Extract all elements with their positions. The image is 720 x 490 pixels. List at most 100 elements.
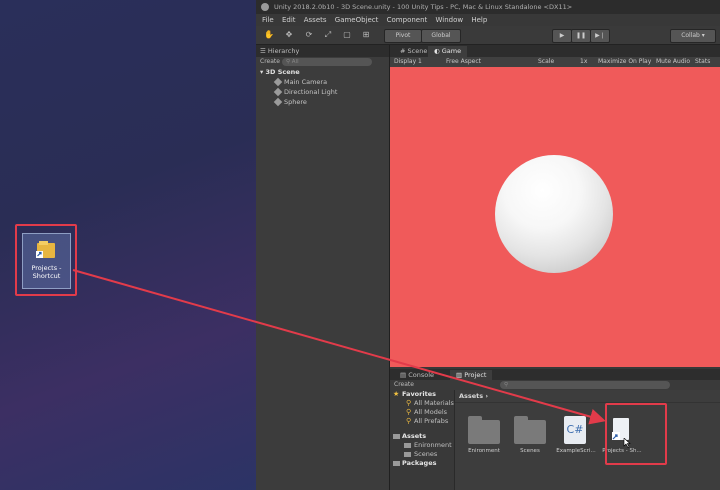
hierarchy-item-sphere[interactable]: Sphere: [256, 97, 389, 107]
asset-label: Enironment: [468, 448, 500, 454]
collab-button[interactable]: Collab ▾: [670, 29, 716, 43]
rect-tool-icon[interactable]: ▢: [342, 30, 352, 40]
assets-folder-label: Assets: [402, 432, 427, 440]
hierarchy-item-label: Directional Light: [284, 88, 338, 96]
tree-item-label: Scenes: [414, 450, 438, 458]
pause-button[interactable]: ❚❚: [571, 29, 591, 43]
tab-project[interactable]: ▥ Project: [450, 370, 493, 380]
project-panel: ▤ Console ▥ Project Create ⚲ ★ Favorites …: [390, 369, 720, 490]
highlight-box-desktop: [15, 224, 77, 296]
tree-item-scenes[interactable]: Scenes: [390, 450, 454, 459]
game-view-panel: # Scene ◐ Game Display 1 Free Aspect Sca…: [390, 45, 720, 367]
breadcrumb-label: Assets: [459, 392, 484, 400]
window-title: Unity 2018.2.0b10 - 3D Scene.unity - 100…: [274, 3, 573, 11]
breadcrumb[interactable]: Assets ›: [455, 390, 720, 403]
star-icon: ★: [393, 390, 400, 398]
favorite-all-prefabs[interactable]: ⚲ All Prefabs: [390, 417, 454, 426]
tree-item-enironment[interactable]: Enironment: [390, 441, 454, 450]
scale-value[interactable]: 1x: [580, 57, 587, 67]
hierarchy-toolbar: Create ⚲ All: [256, 57, 389, 67]
assets-grid: Assets › Enironment Scenes C# ExampleScr…: [455, 390, 720, 490]
pivot-toggle[interactable]: Pivot: [384, 29, 422, 43]
favorites-folder[interactable]: ★ Favorites: [390, 390, 454, 399]
menu-gameobject[interactable]: GameObject: [335, 16, 379, 24]
title-bar: Unity 2018.2.0b10 - 3D Scene.unity - 100…: [256, 0, 720, 14]
bottom-tabs: ▤ Console ▥ Project: [390, 369, 720, 380]
scene-root[interactable]: ▾ 3D Scene: [256, 67, 389, 77]
search-icon: ⚲: [406, 399, 412, 407]
stats-toggle[interactable]: Stats: [695, 57, 710, 67]
favorite-all-models[interactable]: ⚲ All Models: [390, 408, 454, 417]
tab-console[interactable]: ▤ Console: [394, 370, 440, 380]
asset-item-example-script[interactable]: C# ExampleScri...: [553, 416, 599, 454]
gameobject-icon: [273, 77, 283, 87]
project-create-button[interactable]: Create: [394, 381, 414, 388]
game-tab-label: Game: [441, 47, 462, 55]
game-viewport[interactable]: [390, 67, 720, 367]
unity-logo-icon: [261, 3, 269, 11]
asset-item-enironment[interactable]: Enironment: [461, 416, 507, 454]
transform-tool-icon[interactable]: ⊞: [361, 30, 371, 40]
hand-tool-icon[interactable]: ✋: [264, 30, 274, 40]
folder-icon: [404, 452, 411, 457]
hierarchy-create-button[interactable]: Create: [260, 58, 280, 65]
scale-tool-icon[interactable]: ⤢: [323, 30, 333, 40]
aspect-dropdown[interactable]: Free Aspect: [446, 57, 481, 67]
favorite-label: All Models: [414, 408, 448, 416]
asset-item-scenes[interactable]: Scenes: [507, 416, 553, 454]
scene-name: 3D Scene: [265, 68, 300, 76]
folder-icon: [393, 461, 400, 466]
scene-tab-label: Scene: [407, 47, 428, 55]
step-button[interactable]: ▶❘: [590, 29, 610, 43]
folder-icon: [404, 443, 411, 448]
scale-label: Scale: [538, 58, 555, 65]
hierarchy-item-label: Sphere: [284, 98, 307, 106]
packages-folder-label: Packages: [402, 459, 437, 467]
menu-file[interactable]: File: [262, 16, 274, 24]
pivot-label: Pivot: [395, 32, 411, 39]
menu-component[interactable]: Component: [387, 16, 428, 24]
menu-help[interactable]: Help: [471, 16, 487, 24]
favorites-label: Favorites: [402, 390, 436, 398]
gameobject-icon: [273, 87, 283, 97]
hierarchy-panel: ☰ Hierarchy Create ⚲ All ▾ 3D Scene Main…: [256, 45, 390, 490]
csharp-script-icon: C#: [560, 416, 592, 444]
favorite-label: All Prefabs: [414, 417, 449, 425]
rotate-tool-icon[interactable]: ⟳: [304, 30, 314, 40]
mute-audio-toggle[interactable]: Mute Audio: [656, 57, 690, 67]
display-dropdown[interactable]: Display 1: [394, 57, 422, 67]
hierarchy-tab[interactable]: ☰ Hierarchy: [256, 45, 389, 57]
sphere-object: [495, 155, 613, 273]
menu-edit[interactable]: Edit: [282, 16, 296, 24]
search-icon: ⚲: [406, 408, 412, 416]
project-toolbar: Create ⚲: [390, 380, 720, 390]
folder-icon: [514, 416, 546, 444]
game-toolbar: Display 1 Free Aspect Scale 1x Maximize …: [390, 57, 720, 67]
packages-folder[interactable]: Packages: [390, 459, 454, 468]
hierarchy-search-placeholder: All: [291, 59, 299, 65]
hierarchy-item-main-camera[interactable]: Main Camera: [256, 77, 389, 87]
asset-label: Scenes: [520, 448, 540, 454]
project-tree: ★ Favorites ⚲ All Materials ⚲ All Models ⚲ A…: [390, 390, 455, 490]
project-search-input[interactable]: ⚲: [500, 381, 670, 389]
maximize-on-play-toggle[interactable]: Maximize On Play: [598, 57, 651, 67]
highlight-box-asset: [605, 403, 667, 465]
assets-folder[interactable]: Assets: [390, 432, 454, 441]
menu-bar: File Edit Assets GameObject Component Wi…: [256, 14, 720, 26]
tab-game[interactable]: ◐ Game: [428, 46, 468, 57]
gameobject-icon: [273, 97, 283, 107]
folder-icon: [393, 434, 400, 439]
search-icon: ⚲: [406, 417, 412, 425]
global-toggle[interactable]: Global: [421, 29, 461, 43]
play-button[interactable]: ▶: [552, 29, 572, 43]
asset-label: ExampleScri...: [556, 448, 596, 454]
view-tabs: # Scene ◐ Game: [390, 45, 720, 57]
move-tool-icon[interactable]: ✥: [284, 30, 294, 40]
console-tab-label: Console: [408, 371, 435, 379]
menu-window[interactable]: Window: [436, 16, 464, 24]
hierarchy-search-input[interactable]: ⚲ All: [282, 58, 372, 66]
menu-assets[interactable]: Assets: [304, 16, 327, 24]
hierarchy-item-directional-light[interactable]: Directional Light: [256, 87, 389, 97]
global-label: Global: [431, 32, 451, 39]
favorite-all-materials[interactable]: ⚲ All Materials: [390, 399, 454, 408]
